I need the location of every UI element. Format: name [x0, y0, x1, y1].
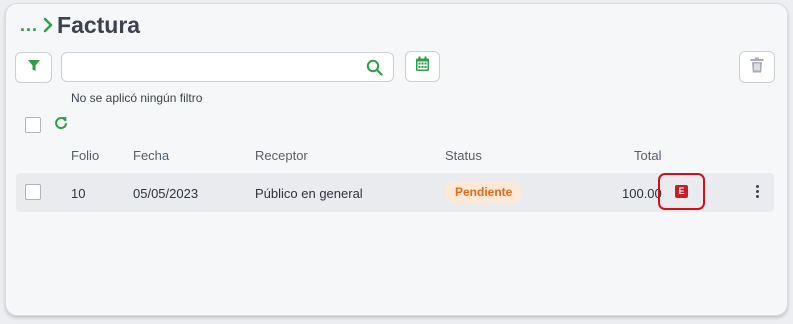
search-input[interactable]	[70, 53, 364, 83]
delete-button[interactable]	[739, 51, 775, 83]
column-header-receptor: Receptor	[255, 148, 308, 163]
column-header-fecha: Fecha	[133, 148, 170, 163]
table-row[interactable]: 10 05/05/2023 Público en general Pendien…	[16, 173, 774, 212]
filter-button[interactable]	[15, 52, 52, 83]
main-card	[5, 3, 788, 316]
status-badge: Pendiente	[445, 182, 523, 203]
breadcrumb-ellipsis[interactable]: ...	[20, 15, 38, 36]
cell-receptor: Público en general	[255, 186, 363, 201]
cell-total: 100.00	[622, 186, 662, 201]
cell-fecha: 05/05/2023	[133, 186, 199, 201]
column-header-status: Status	[445, 148, 482, 163]
filter-icon	[27, 59, 41, 77]
search-icon[interactable]	[366, 59, 383, 81]
e-badge-icon[interactable]: E	[675, 185, 688, 198]
page-title: Factura	[57, 11, 141, 38]
cell-folio: 10	[71, 186, 86, 201]
calendar-button[interactable]	[405, 51, 440, 82]
refresh-icon[interactable]	[54, 116, 68, 135]
column-header-total: Total	[634, 148, 662, 163]
column-header-folio: Folio	[71, 148, 100, 163]
chevron-right-icon	[43, 17, 53, 33]
breadcrumb: ... Factura	[20, 11, 140, 39]
row-checkbox[interactable]	[25, 184, 41, 200]
trash-icon	[750, 57, 764, 78]
email-action-highlight: E	[658, 173, 705, 210]
calendar-icon	[415, 56, 430, 77]
search-box	[61, 52, 394, 83]
kebab-menu-icon[interactable]	[756, 185, 759, 198]
select-all-checkbox[interactable]	[25, 117, 41, 133]
filter-status-text: No se aplicó ningún filtro	[71, 91, 203, 105]
